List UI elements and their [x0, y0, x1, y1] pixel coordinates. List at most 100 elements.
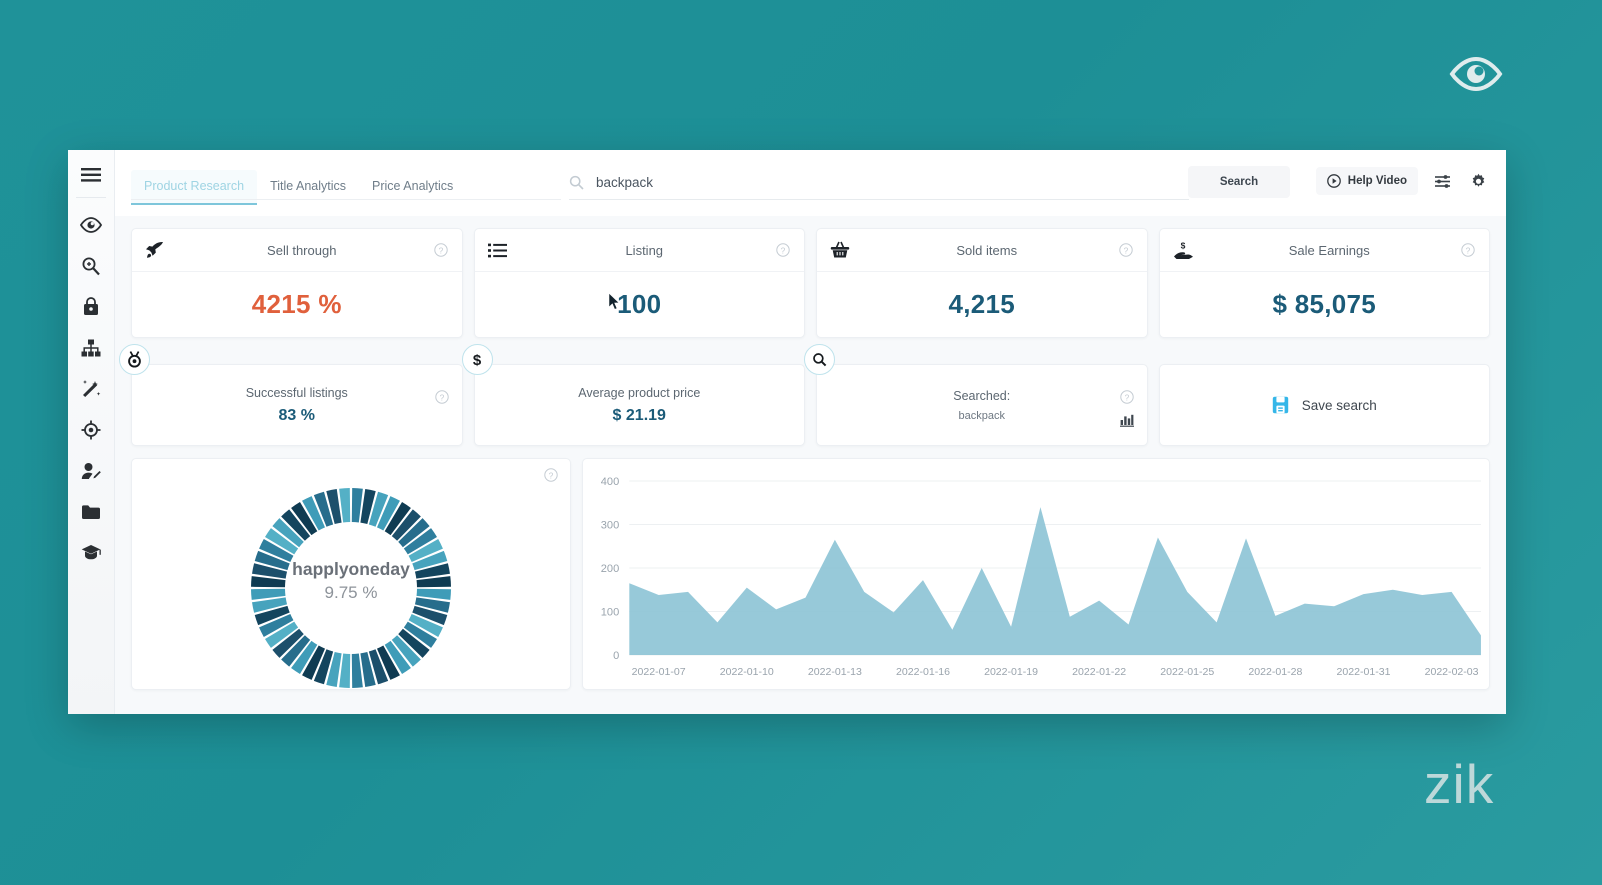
sliders-icon[interactable] [1430, 169, 1454, 193]
svg-text:$: $ [473, 352, 482, 369]
x-axis-tick-label: 2022-01-28 [1248, 666, 1302, 678]
donut-seller-name: happlyoneday [292, 559, 410, 579]
svg-text:?: ? [1466, 245, 1471, 255]
x-axis-tick-label: 2022-01-22 [1072, 666, 1126, 678]
sidebar-item-competitor[interactable] [68, 286, 115, 327]
x-axis-tick-label: 2022-01-25 [1160, 666, 1214, 678]
save-search-label: Save search [1301, 397, 1377, 413]
help-icon[interactable]: ? [544, 468, 558, 487]
gear-icon[interactable] [1466, 169, 1490, 193]
charts-row: ? happlyoneday 9.75 % 0 100 200 300 400 2022-… [131, 458, 1490, 690]
y-axis-tick-label: 400 [601, 476, 619, 488]
y-axis-tick-label: 200 [601, 563, 619, 575]
card-value: 100 [617, 289, 662, 319]
x-axis-tick-label: 2022-01-13 [808, 666, 862, 678]
y-axis-tick-label: 300 [601, 520, 619, 532]
donut-percent: 9.75 % [324, 583, 378, 602]
medal-icon [119, 344, 150, 375]
top-bar-tools: Help Video [1315, 167, 1490, 195]
dashboard-content: Sell through ? 4215 % Listing ? 100 Sold… [115, 216, 1506, 690]
help-icon[interactable]: ? [1118, 242, 1134, 258]
x-axis-tick-label: 2022-01-31 [1336, 666, 1390, 678]
rocket-icon [145, 241, 171, 260]
sidebar-item-category-research[interactable] [68, 327, 115, 368]
basket-icon [830, 241, 856, 259]
stats-row-secondary: Successful listings 83 % ? $ Average pro… [119, 344, 1490, 446]
save-search-button[interactable]: Save search [1272, 396, 1377, 414]
x-axis-tick-label: 2022-01-10 [720, 666, 774, 678]
search-icon [804, 344, 835, 375]
sidebar-divider [76, 197, 106, 198]
list-icon [487, 243, 514, 258]
search-bar [569, 166, 1189, 200]
card-header: $ Sale Earnings ? [1159, 229, 1489, 272]
app-window: Product Research Title Analytics Price A… [68, 150, 1506, 714]
svg-text:?: ? [438, 245, 443, 255]
card-value: 83 % [278, 406, 315, 424]
stat-card-sold-items: Sold items ? 4,215 [816, 228, 1148, 338]
card-value: $ 85,075 [1272, 289, 1377, 319]
sidebar-item-saved[interactable] [68, 491, 115, 532]
sidebar-item-watch[interactable] [68, 204, 115, 245]
x-axis-tick-label: 2022-01-07 [632, 666, 686, 678]
zik-watermark: zik [1424, 753, 1495, 815]
y-axis-tick-label: 100 [601, 607, 619, 619]
sales-trend-area-panel: 0 100 200 300 400 2022-01-07 2022-01-10 2022-01… [582, 458, 1490, 690]
help-icon[interactable]: ? [775, 242, 791, 258]
area-chart: 0 100 200 300 400 2022-01-07 2022-01-10 2022-01… [601, 476, 1481, 678]
sidebar-item-product-research[interactable] [68, 245, 115, 286]
svg-text:$: $ [1180, 241, 1185, 251]
hamburger-menu-icon[interactable] [68, 156, 115, 194]
sidebar-item-turbo-scanner[interactable] [68, 409, 115, 450]
svg-text:?: ? [439, 392, 444, 402]
x-axis-tick-label: 2022-01-19 [984, 666, 1038, 678]
seller-distribution-donut-panel: ? happlyoneday 9.75 % [131, 458, 571, 690]
card-header: Listing ? [474, 229, 804, 272]
bar-chart-icon[interactable] [1119, 414, 1134, 432]
card-title: Successful listings [245, 385, 348, 400]
card-title: Sale Earnings [1288, 242, 1370, 258]
play-circle-icon [1326, 174, 1341, 188]
search-icon [569, 175, 584, 190]
hand-money-icon: $ [1173, 241, 1199, 260]
save-disk-icon [1272, 396, 1289, 414]
svg-text:?: ? [781, 245, 786, 255]
help-icon[interactable]: ? [433, 242, 449, 258]
search-button[interactable]: Search [1188, 166, 1290, 198]
sidebar-item-manager[interactable] [68, 450, 115, 491]
mouse-cursor-icon [608, 292, 621, 311]
card-header: Sell through ? [132, 229, 462, 272]
stats-row-primary: Sell through ? 4215 % Listing ? 100 Sold… [131, 228, 1490, 338]
searched-term: backpack [958, 409, 1005, 422]
card-title: Sold items [956, 242, 1018, 258]
main-content: Product Research Title Analytics Price A… [115, 150, 1506, 714]
card-value: $ 21.19 [612, 406, 666, 424]
donut-center-label: happlyoneday 9.75 % [251, 559, 451, 603]
card-title: Sell through [267, 242, 337, 258]
card-value-cursor-group: 100 [608, 289, 662, 320]
stat-card-successful-listings: Successful listings 83 % ? [119, 344, 463, 446]
stat-card-average-product-price: $ Average product price $ 21.19 [461, 344, 805, 446]
stat-card-save-search: Save search [1158, 364, 1490, 446]
search-input[interactable] [594, 174, 1189, 191]
help-icon[interactable]: ? [1119, 390, 1134, 409]
area-series [629, 507, 1481, 655]
help-video-label: Help Video [1347, 175, 1407, 187]
stat-card-listing: Listing ? 100 [473, 228, 805, 338]
dollar-icon: $ [461, 344, 493, 375]
svg-text:?: ? [1124, 392, 1129, 402]
top-bar: Product Research Title Analytics Price A… [115, 150, 1506, 216]
x-axis-tick-label: 2022-02-03 [1425, 666, 1479, 678]
help-icon[interactable]: ? [1460, 242, 1476, 258]
sidebar-item-academy[interactable] [68, 532, 115, 573]
sidebar-item-autopilot[interactable] [68, 368, 115, 409]
card-title: Searched: [953, 388, 1011, 403]
card-header: Sold items ? [817, 229, 1147, 272]
card-value: 4,215 [948, 289, 1016, 319]
brand-eye-icon [1448, 52, 1504, 96]
stat-card-sell-through: Sell through ? 4215 % [131, 228, 463, 338]
y-axis-tick-label: 0 [613, 650, 619, 662]
card-value-wrap: 100 [475, 272, 805, 337]
help-video-button[interactable]: Help Video [1315, 167, 1418, 195]
help-icon[interactable]: ? [434, 390, 449, 409]
